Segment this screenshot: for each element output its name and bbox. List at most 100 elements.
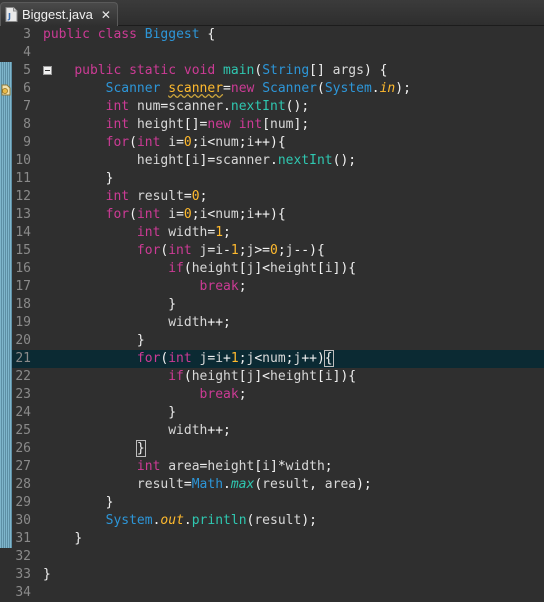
code-line[interactable]: 13 for(int i=0;i<num;i++){ <box>12 206 544 224</box>
line-number: 3 <box>23 27 31 42</box>
code-line[interactable]: 22 if(height[j]<height[i]){ <box>12 368 544 386</box>
warning-icon[interactable] <box>1 81 11 96</box>
code-token: args <box>332 63 364 78</box>
code-token: System <box>105 513 153 528</box>
code-line[interactable]: 34 <box>12 584 544 602</box>
code-token: = <box>176 207 184 222</box>
line-number: 31 <box>15 531 31 546</box>
code-line[interactable]: 17 break; <box>12 278 544 296</box>
code-line[interactable]: 23 break; <box>12 386 544 404</box>
line-number: 10 <box>15 153 31 168</box>
code-token: . <box>223 99 231 114</box>
code-token: + <box>223 351 231 366</box>
line-number: 19 <box>15 315 31 330</box>
close-icon[interactable]: ✕ <box>101 8 111 22</box>
code-text: result=Math.max(result, area); <box>43 476 372 494</box>
code-token: int <box>168 243 192 258</box>
code-line[interactable]: 29 } <box>12 494 544 512</box>
code-line[interactable]: 5 public static void main(String[] args)… <box>12 62 544 80</box>
code-text: for(int i=0;i<num;i++){ <box>43 206 286 224</box>
code-line[interactable]: 19 width++; <box>12 314 544 332</box>
code-line[interactable]: 21 for(int j=i+1;j<num;j++){ <box>12 350 544 368</box>
code-line[interactable]: 18 } <box>12 296 544 314</box>
code-line[interactable]: 28 result=Math.max(result, area); <box>12 476 544 494</box>
code-token: } <box>74 531 83 546</box>
code-line[interactable]: 14 int width=1; <box>12 224 544 242</box>
line-number: 17 <box>15 279 31 294</box>
code-line[interactable]: 16 if(height[j]<height[i]){ <box>12 260 544 278</box>
code-line[interactable]: 25 width++; <box>12 422 544 440</box>
code-line[interactable]: 12 int result=0; <box>12 188 544 206</box>
line-number: 28 <box>15 477 31 492</box>
code-line[interactable]: 27 int area=height[i]*width; <box>12 458 544 476</box>
line-number: 24 <box>15 405 31 420</box>
code-line[interactable]: 11 } <box>12 170 544 188</box>
code-token: in <box>379 81 396 96</box>
code-token: ]< <box>254 369 270 384</box>
code-token: static <box>129 63 177 78</box>
code-text: width++; <box>43 314 231 332</box>
code-text: } <box>43 404 176 422</box>
java-file-icon: J <box>5 7 18 22</box>
code-token: < <box>254 351 263 366</box>
code-token: void <box>183 63 216 78</box>
code-token: height <box>207 459 255 474</box>
code-line[interactable]: 7 int num=scanner.nextInt(); <box>12 98 544 116</box>
tab-biggest-java[interactable]: J Biggest.java ✕ <box>0 2 118 26</box>
code-token: num <box>136 99 161 114</box>
code-token: 0 <box>270 243 278 258</box>
code-token: Scanner <box>262 81 317 96</box>
code-line[interactable]: 15 for(int j=i-1;j>=0;j--){ <box>12 242 544 260</box>
code-text: int height[]=new int[num]; <box>43 116 310 134</box>
code-line[interactable]: 10 height[i]=scanner.nextInt(); <box>12 152 544 170</box>
code-token: >= <box>254 243 270 258</box>
code-token: } <box>136 333 145 348</box>
code-token: if <box>168 261 184 276</box>
code-editor[interactable]: 3 public class Biggest {4 5 public static … <box>0 26 544 600</box>
code-token: ); <box>301 513 317 528</box>
code-token: ++) <box>301 351 325 366</box>
code-token: main <box>223 63 255 78</box>
code-token: scanner <box>168 99 224 114</box>
code-token: i <box>262 459 270 474</box>
code-token: } <box>105 495 114 510</box>
code-token: for <box>105 207 130 222</box>
code-line[interactable]: 24 } <box>12 404 544 422</box>
code-line[interactable]: 20 } <box>12 332 544 350</box>
code-token: i <box>168 135 177 150</box>
code-line[interactable]: 32 <box>12 548 544 566</box>
code-token: break <box>199 387 239 402</box>
code-token: } <box>43 567 51 582</box>
code-text: System.out.println(result); <box>43 512 317 530</box>
code-line[interactable]: 33} <box>12 566 544 584</box>
code-line[interactable]: 26 } <box>12 440 544 458</box>
code-line[interactable]: 3 public class Biggest { <box>12 26 544 44</box>
code-text: Scanner scanner=new Scanner(System.in); <box>43 80 411 98</box>
code-token: int <box>136 207 161 222</box>
code-token: area <box>168 459 200 474</box>
code-text: if(height[j]<height[i]){ <box>43 260 356 278</box>
code-token: height <box>270 261 317 276</box>
code-line[interactable]: 9 for(int i=0;i<num;i++){ <box>12 134 544 152</box>
code-line[interactable]: 30 System.out.println(result); <box>12 512 544 530</box>
code-line[interactable]: 4 <box>12 44 544 62</box>
annotation-ruler <box>0 26 12 597</box>
code-line[interactable]: 31 } <box>12 530 544 548</box>
line-number: 30 <box>15 513 31 528</box>
code-text: for(int j=i-1;j>=0;j--){ <box>43 242 325 260</box>
code-token: } <box>105 171 114 186</box>
line-number: 26 <box>15 441 31 456</box>
code-token: ++; <box>207 423 231 438</box>
line-number: 13 <box>15 207 31 222</box>
code-token: int <box>168 351 192 366</box>
code-line[interactable]: 6 Scanner scanner=new Scanner(System.in)… <box>12 80 544 98</box>
code-line[interactable]: 8 int height[]=new int[num]; <box>12 116 544 134</box>
